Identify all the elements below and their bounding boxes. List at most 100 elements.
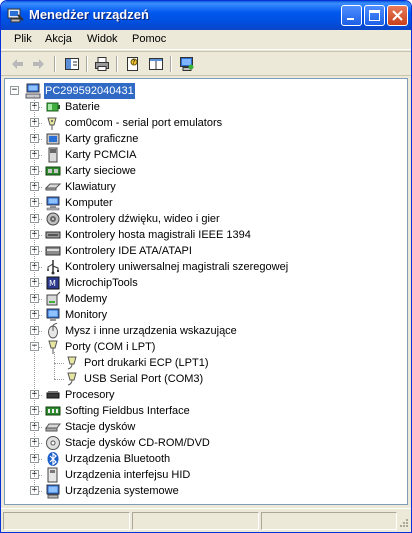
tree-item-label: Klawiatury — [65, 181, 116, 193]
tree-item-label: Komputer — [65, 197, 113, 209]
status-bar — [1, 508, 411, 532]
tree-item[interactable]: Porty (COM i LPT) — [45, 339, 156, 355]
close-button[interactable] — [387, 5, 408, 26]
tree-item-label: Softing Fieldbus Interface — [65, 405, 190, 417]
sound-icon — [46, 212, 60, 226]
ieee1394-icon — [45, 231, 61, 239]
cdrom-icon — [46, 436, 60, 450]
tree-item-label: Monitory — [65, 309, 108, 321]
tree-item[interactable]: M MicrochipTools — [45, 275, 139, 291]
maximize-icon — [369, 10, 380, 21]
usb-icon — [47, 260, 59, 275]
tree-item-label: Karty graficzne — [65, 133, 139, 145]
tree-item[interactable]: com0com - serial port emulators — [45, 115, 223, 131]
menu-file[interactable]: Plik — [14, 33, 32, 45]
tree-item-label: MicrochipTools — [65, 277, 138, 289]
tree-item-label: Mysz i inne urządzenia wskazujące — [65, 325, 237, 337]
tree-item[interactable]: Karty PCMCIA — [45, 147, 138, 163]
toolbar-separator — [170, 56, 172, 72]
close-icon — [392, 10, 403, 21]
show-hide-tree-icon — [65, 58, 79, 70]
print-icon — [95, 57, 109, 71]
tree-item-label: Urządzenia Bluetooth — [65, 453, 171, 465]
scan-hardware-button[interactable] — [177, 55, 197, 73]
tree-root[interactable]: PC299592040431 — [25, 83, 135, 99]
disk-drive-icon — [45, 423, 61, 432]
tree-item[interactable]: Karty sieciowe — [45, 163, 137, 179]
tree-item-label: Kontrolery uniwersalnej magistrali szere… — [65, 261, 289, 273]
modem-icon — [46, 291, 61, 306]
tree-item-label: Karty sieciowe — [65, 165, 136, 177]
tree-item-label: Port drukarki ECP (LPT1) — [84, 357, 209, 369]
tree-item[interactable]: Procesory — [45, 387, 116, 403]
tree-child-item[interactable]: Port drukarki ECP (LPT1) — [64, 355, 210, 371]
tree-item[interactable]: Komputer — [45, 195, 114, 211]
toolbar-separator — [86, 56, 88, 72]
tree-item-label: Modemy — [65, 293, 108, 305]
tree-item[interactable]: Stacje dysków — [45, 419, 136, 435]
back-button[interactable] — [7, 55, 27, 73]
tree-item[interactable]: Kontrolery IDE ATA/ATAPI — [45, 243, 193, 259]
help-button[interactable] — [146, 55, 166, 73]
maximize-button[interactable] — [364, 5, 385, 26]
tree-item[interactable]: Stacje dysków CD-ROM/DVD — [45, 435, 211, 451]
tree-item[interactable]: Monitory — [45, 307, 108, 323]
tree-item[interactable]: Karty graficzne — [45, 131, 139, 147]
tree-connector — [54, 352, 55, 379]
title-bar[interactable]: Menedżer urządzeń — [1, 1, 411, 30]
port-icon — [67, 356, 77, 370]
menu-bar: Plik Akcja Widok Pomoc — [1, 30, 411, 50]
minimize-button[interactable] — [341, 5, 362, 26]
status-pane-2 — [132, 512, 259, 530]
collapse-toggle[interactable]: − — [10, 86, 19, 95]
device-tree[interactable]: − PC299592040431 + Baterie + com0com - serial… — [4, 78, 408, 505]
tree-item-label: Procesory — [65, 389, 115, 401]
properties-icon: ? — [127, 57, 138, 71]
tree-item-label: PC299592040431 — [44, 83, 135, 99]
fieldbus-icon — [45, 406, 61, 416]
tree-item[interactable]: Urządzenia interfejsu HID — [45, 467, 191, 483]
forward-button[interactable] — [29, 55, 49, 73]
svg-text:M: M — [49, 279, 56, 288]
tree-child-item[interactable]: USB Serial Port (COM3) — [64, 371, 204, 387]
back-icon — [12, 59, 23, 69]
tree-item-label: com0com - serial port emulators — [65, 117, 223, 129]
minimize-icon — [347, 18, 354, 20]
tree-item-label: Stacje dysków CD-ROM/DVD — [65, 437, 210, 449]
tree-item[interactable]: Kontrolery uniwersalnej magistrali szere… — [45, 259, 289, 275]
tree-item[interactable]: Kontrolery dźwięku, wideo i gier — [45, 211, 221, 227]
menu-action[interactable]: Akcja — [45, 33, 72, 45]
menu-help[interactable]: Pomoc — [132, 33, 166, 45]
tree-item-label: Kontrolery hosta magistrali IEEE 1394 — [65, 229, 251, 241]
tree-item[interactable]: Urządzenia Bluetooth — [45, 451, 171, 467]
tree-item[interactable]: Softing Fieldbus Interface — [45, 403, 191, 419]
network-card-icon — [45, 166, 61, 176]
ide-icon — [45, 246, 61, 256]
window-title: Menedżer urządzeń — [29, 7, 149, 22]
menu-view[interactable]: Widok — [87, 33, 118, 45]
bluetooth-icon — [47, 452, 59, 466]
tree-item[interactable]: Baterie — [45, 99, 101, 115]
device-manager-window: Menedżer urządzeń Plik Akcja Widok Pomoc — [0, 0, 412, 533]
mouse-icon — [48, 323, 58, 339]
properties-button[interactable]: ? — [123, 55, 143, 73]
tree-item[interactable]: Klawiatury — [45, 179, 117, 195]
resize-grip-icon[interactable] — [397, 518, 409, 530]
tree-item-label: Urządzenia interfejsu HID — [65, 469, 191, 481]
tree-connector — [34, 96, 35, 491]
print-button[interactable] — [92, 55, 112, 73]
system-devices-icon — [46, 484, 60, 499]
microchip-icon: M — [46, 276, 60, 290]
tree-item[interactable]: Kontrolery hosta magistrali IEEE 1394 — [45, 227, 252, 243]
tree-item-label: Karty PCMCIA — [65, 149, 137, 161]
tree-item[interactable]: Modemy — [45, 291, 108, 307]
show-hide-tree-button[interactable] — [62, 55, 82, 73]
computer-icon — [46, 196, 60, 211]
toolbar-separator — [54, 56, 56, 72]
tree-item[interactable]: Urządzenia systemowe — [45, 483, 180, 499]
toolbar: ? — [1, 51, 411, 76]
tree-item-label: Kontrolery IDE ATA/ATAPI — [65, 245, 192, 257]
toolbar-separator — [116, 56, 118, 72]
tree-item[interactable]: Mysz i inne urządzenia wskazujące — [45, 323, 238, 339]
hid-icon — [47, 467, 58, 483]
